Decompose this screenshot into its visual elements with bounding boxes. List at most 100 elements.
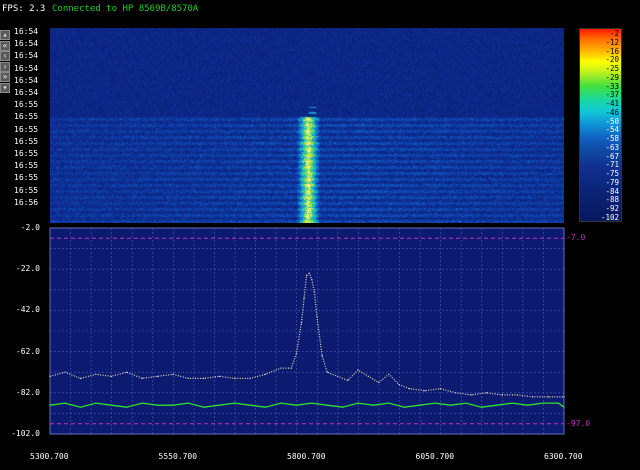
trace-point bbox=[79, 406, 82, 408]
trace-point bbox=[465, 402, 467, 404]
trace-point bbox=[141, 377, 143, 379]
trace-point bbox=[280, 367, 282, 369]
waterfall-time-label: 16:54 bbox=[14, 39, 39, 49]
trace-point bbox=[303, 297, 305, 299]
double-left-icon[interactable]: « bbox=[0, 40, 10, 51]
trace-point bbox=[49, 404, 51, 406]
trace-point bbox=[388, 402, 390, 404]
trace-point bbox=[157, 404, 159, 406]
trace-point bbox=[316, 316, 318, 318]
trace-point bbox=[64, 371, 66, 373]
trace-point bbox=[372, 404, 375, 406]
trace-point bbox=[547, 396, 549, 398]
trace-point bbox=[95, 373, 97, 375]
trace-point bbox=[264, 373, 267, 375]
waterfall-time-label: 16:55 bbox=[14, 124, 39, 134]
status-bar: FPS: 2.3 Connected to HP 8569B/8570A bbox=[0, 0, 640, 22]
trace-point bbox=[485, 392, 488, 394]
trace-point bbox=[280, 402, 282, 404]
waterfall-time-label: 16:54 bbox=[14, 51, 39, 61]
trace-point bbox=[347, 379, 349, 381]
trace-point bbox=[249, 404, 251, 406]
trace-point bbox=[49, 375, 51, 377]
trace-point bbox=[516, 394, 519, 396]
trace-point bbox=[408, 388, 410, 390]
trace-point bbox=[95, 402, 97, 404]
y-tick-label: -102.0 bbox=[11, 429, 40, 438]
trace-point bbox=[511, 402, 513, 404]
trace-point bbox=[501, 394, 503, 396]
trace-point bbox=[455, 392, 457, 394]
trace-point bbox=[326, 371, 328, 373]
color-scale-label: -12 bbox=[605, 37, 619, 47]
trace-point bbox=[126, 371, 128, 373]
trace-point bbox=[563, 406, 565, 408]
down-icon[interactable]: ▾ bbox=[0, 82, 10, 93]
reference-line-label: -7.0 bbox=[566, 233, 586, 243]
x-tick-label: 5300.700 bbox=[30, 452, 69, 461]
trace-point bbox=[249, 377, 251, 379]
trace-point bbox=[439, 388, 441, 390]
trace-point bbox=[527, 404, 529, 406]
connection-status: Connected to HP 8569B/8570A bbox=[52, 4, 199, 14]
trace-point bbox=[470, 394, 472, 396]
color-scale-label: -46 bbox=[605, 107, 619, 117]
trace-point bbox=[290, 367, 292, 369]
color-scale-label: -29 bbox=[605, 72, 619, 82]
trace-point bbox=[336, 375, 339, 377]
right-icon[interactable]: › bbox=[0, 61, 10, 72]
color-scale-label: -25 bbox=[605, 64, 619, 73]
waterfall-time-label: 16:54 bbox=[14, 27, 39, 36]
trace-point bbox=[311, 278, 313, 281]
trace-point bbox=[203, 406, 205, 408]
trace-point bbox=[357, 369, 359, 371]
trace-point bbox=[187, 402, 189, 404]
color-scale-label: -79 bbox=[605, 177, 619, 187]
color-scale-legend: -2 -12 -16 -20 -25 -29 -33 -37 -41 -46 -50 -54 -58 -6… bbox=[579, 28, 622, 222]
y-tick-label: -2.0 bbox=[20, 223, 40, 232]
trace-point bbox=[110, 375, 112, 377]
waterfall-time-label: 16:54 bbox=[14, 63, 39, 73]
trace-point bbox=[311, 402, 313, 404]
color-scale-label: -102 bbox=[600, 212, 619, 222]
trace-point bbox=[388, 373, 390, 375]
trace-point bbox=[79, 377, 82, 379]
trace-point bbox=[234, 402, 236, 404]
trace-point bbox=[378, 381, 380, 384]
trace-point bbox=[563, 396, 565, 398]
waterfall-time-label: 16:56 bbox=[14, 197, 39, 207]
color-scale-label: -75 bbox=[605, 169, 619, 178]
trace-point bbox=[367, 375, 369, 377]
trace-point bbox=[218, 375, 220, 377]
trace-point bbox=[295, 353, 297, 355]
trace-point bbox=[218, 404, 220, 406]
trace-point bbox=[321, 355, 323, 357]
trace-point bbox=[398, 384, 400, 386]
waterfall-time-label: 16:54 bbox=[14, 75, 39, 85]
trace-point bbox=[172, 404, 174, 406]
trace-point bbox=[203, 377, 205, 379]
trace-point bbox=[300, 322, 303, 324]
trace-point bbox=[172, 373, 174, 375]
y-tick-label: -82.0 bbox=[15, 387, 40, 397]
waterfall-time-label: 16:55 bbox=[14, 112, 39, 122]
y-tick-label: -42.0 bbox=[15, 305, 40, 315]
x-tick-label: 6300.700 bbox=[544, 452, 583, 461]
trace-point bbox=[403, 406, 405, 408]
up-icon[interactable]: ▴ bbox=[0, 30, 10, 40]
reference-line-label: -97.0 bbox=[566, 418, 591, 428]
trace-point bbox=[532, 396, 534, 398]
trace-point bbox=[295, 404, 297, 406]
color-scale-label: -63 bbox=[605, 142, 619, 152]
color-scale-label: -41 bbox=[605, 99, 619, 108]
double-right-icon[interactable]: » bbox=[0, 72, 10, 82]
trace-point bbox=[306, 274, 308, 276]
x-tick-label: 5550.700 bbox=[158, 452, 198, 461]
left-icon[interactable]: ‹ bbox=[0, 51, 10, 61]
trace-point bbox=[126, 406, 128, 408]
trace-point bbox=[424, 390, 426, 392]
trace-point bbox=[480, 406, 482, 408]
trace-point bbox=[234, 377, 236, 379]
trace-point bbox=[313, 291, 315, 293]
trace-point bbox=[326, 404, 328, 406]
